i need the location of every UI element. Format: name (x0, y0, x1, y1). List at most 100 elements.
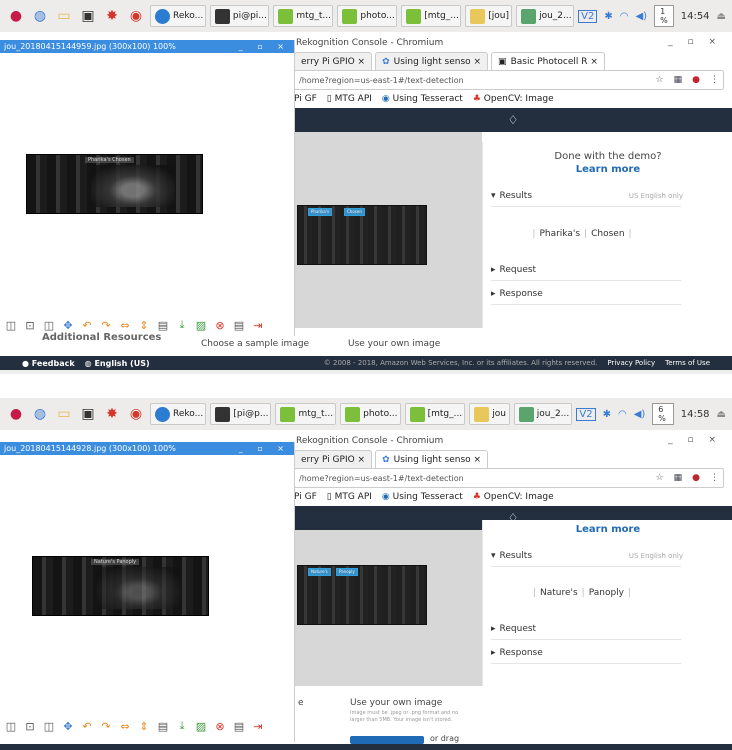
raspberry-menu-icon[interactable]: ● (6, 404, 26, 424)
delete-icon[interactable]: ⊗ (213, 719, 227, 733)
clock[interactable]: 14:58 (681, 409, 710, 420)
volume-icon[interactable]: ◀) (634, 409, 646, 420)
next-icon[interactable]: ◫ (42, 719, 56, 733)
eject-icon[interactable]: ⏏ (717, 409, 726, 420)
flip-horizontal-icon[interactable]: ⇔ (118, 719, 132, 733)
star-icon[interactable]: ☆ (656, 473, 664, 483)
bluetooth-icon[interactable]: ✱ (604, 11, 612, 22)
wifi-icon[interactable]: ◠ (618, 409, 627, 420)
tab-light-sensor[interactable]: ✿ Using light senso × (375, 52, 489, 70)
vnc-icon[interactable]: V2 (576, 407, 596, 421)
task-editor-2[interactable]: photo... (340, 403, 401, 425)
task-editor-2[interactable]: photo... (337, 5, 398, 27)
clock[interactable]: 14:54 (681, 11, 710, 22)
privacy-link[interactable]: Privacy Policy (607, 359, 655, 367)
lifebuoy-icon[interactable]: ◉ (126, 404, 146, 424)
folder-icon[interactable]: ▭ (54, 6, 74, 26)
raspberry-menu-icon[interactable]: ● (6, 6, 26, 26)
extension-icon[interactable]: ▦ (674, 473, 683, 483)
save-as-icon[interactable]: ▨ (194, 318, 208, 332)
feedback-link[interactable]: ● Feedback (22, 359, 75, 368)
flip-horizontal-icon[interactable]: ⇔ (118, 318, 132, 332)
delete-icon[interactable]: ⊗ (213, 318, 227, 332)
next-icon[interactable]: ◫ (42, 318, 56, 332)
window-controls[interactable]: _ ▫ × (668, 37, 722, 47)
terminal-icon[interactable]: ▣ (78, 6, 98, 26)
tab-photocell[interactable]: ▣ Basic Photocell R × (491, 52, 605, 70)
task-folder[interactable]: [jou] (465, 5, 513, 27)
request-section[interactable]: ▸ Request (491, 260, 681, 281)
terms-link[interactable]: Terms of Use (665, 359, 710, 367)
shield-icon[interactable]: ● (692, 75, 700, 85)
window-controls[interactable]: _ ▫ × (668, 435, 722, 445)
lifebuoy-icon[interactable]: ◉ (126, 6, 146, 26)
bookmark-item[interactable]: ♣ OpenCV: Image (473, 492, 554, 502)
use-own-image-label[interactable]: Use your own image (350, 698, 442, 708)
task-chromium[interactable]: Reko... (150, 403, 207, 425)
task-folder[interactable]: jou (469, 403, 510, 425)
move-icon[interactable]: ✥ (61, 719, 75, 733)
wifi-icon[interactable]: ◠ (620, 11, 629, 22)
task-terminal[interactable]: [pi@p... (210, 403, 272, 425)
viewer-controls[interactable]: _ ▫ × (239, 444, 290, 453)
response-section[interactable]: ▸ Response (491, 284, 681, 305)
preferences-icon[interactable]: ▤ (232, 318, 246, 332)
play-icon[interactable]: ⊡ (23, 719, 37, 733)
cpu-monitor[interactable]: 6 % (652, 403, 674, 425)
star-icon[interactable]: ☆ (656, 75, 664, 85)
burst-icon[interactable]: ✸ (102, 6, 122, 26)
response-section[interactable]: ▸ Response (491, 643, 681, 664)
learn-more-link[interactable]: Learn more (483, 524, 732, 535)
horizontal-scrollbar[interactable] (0, 370, 732, 374)
prev-icon[interactable]: ◫ (4, 719, 18, 733)
rotate-right-icon[interactable]: ↷ (99, 719, 113, 733)
bookmark-item[interactable]: ▯ MTG API (327, 94, 372, 104)
quit-icon[interactable]: ⇥ (251, 318, 265, 332)
move-icon[interactable]: ✥ (61, 318, 75, 332)
request-section[interactable]: ▸ Request (491, 619, 681, 640)
rotate-left-icon[interactable]: ↶ (80, 719, 94, 733)
choose-sample-label[interactable]: Choose a sample image (201, 339, 309, 349)
task-editor-3[interactable]: [mtg_... (401, 5, 462, 27)
burst-icon[interactable]: ✸ (102, 404, 122, 424)
choose-sample-label-partial[interactable]: e (298, 698, 304, 708)
upload-button[interactable] (350, 736, 424, 744)
task-chromium[interactable]: Reko... (150, 5, 206, 27)
cpu-monitor[interactable]: 1 % (654, 5, 674, 27)
task-image-viewer[interactable]: jou_2... (513, 403, 573, 425)
rotate-left-icon[interactable]: ↶ (80, 318, 94, 332)
bell-icon[interactable]: ♢ (508, 113, 519, 127)
tab-gpio[interactable]: erry Pi GPIO × (294, 52, 373, 70)
language-link[interactable]: ◍ English (US) (85, 359, 150, 368)
open-icon[interactable]: ▤ (156, 318, 170, 332)
menu-icon[interactable]: ⋮ (710, 473, 719, 483)
save-icon[interactable]: ⤓ (175, 719, 189, 733)
shield-icon[interactable]: ● (692, 473, 700, 483)
open-icon[interactable]: ▤ (156, 719, 170, 733)
tab-light-sensor[interactable]: ✿ Using light senso × (375, 450, 489, 468)
use-own-image-label[interactable]: Use your own image (348, 339, 440, 349)
tab-gpio[interactable]: erry Pi GPIO × (294, 450, 373, 468)
folder-icon[interactable]: ▭ (54, 404, 74, 424)
bluetooth-icon[interactable]: ✱ (603, 409, 611, 420)
viewer-controls[interactable]: _ ▫ × (239, 42, 290, 51)
bookmark-item[interactable]: Pi GF (294, 94, 317, 104)
globe-icon[interactable]: ◍ (30, 6, 50, 26)
task-editor-3[interactable]: [mtg_... (404, 403, 466, 425)
task-image-viewer[interactable]: jou_2... (516, 5, 575, 27)
bookmark-item[interactable]: Pi GF (294, 492, 317, 502)
results-section[interactable]: ▾ Results US English only (491, 546, 683, 567)
bookmark-item[interactable]: ◉ Using Tesseract (382, 94, 463, 104)
terminal-icon[interactable]: ▣ (78, 404, 98, 424)
preferences-icon[interactable]: ▤ (232, 719, 246, 733)
bookmark-item[interactable]: ◉ Using Tesseract (382, 492, 463, 502)
task-terminal[interactable]: pi@pi... (209, 5, 270, 27)
prev-icon[interactable]: ◫ (4, 318, 18, 332)
globe-icon[interactable]: ◍ (30, 404, 50, 424)
extension-icon[interactable]: ▦ (674, 75, 683, 85)
address-bar[interactable]: /home?region=us-east-1#/text-detection ☆… (294, 468, 724, 488)
flip-vertical-icon[interactable]: ⇕ (137, 719, 151, 733)
flip-vertical-icon[interactable]: ⇕ (137, 318, 151, 332)
vnc-icon[interactable]: V2 (578, 9, 598, 23)
task-editor-1[interactable]: mtg_t... (275, 403, 337, 425)
